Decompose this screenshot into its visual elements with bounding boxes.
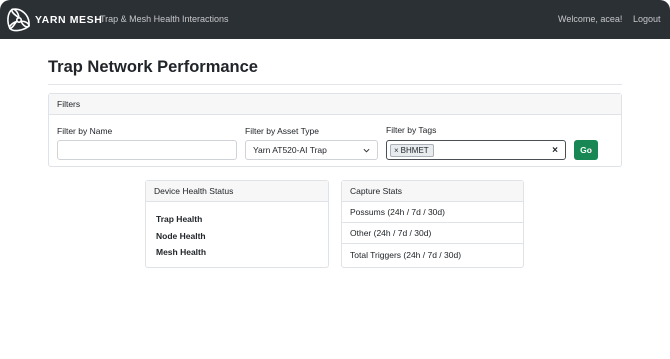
brand-link[interactable]: YARN MESH [6, 7, 102, 33]
welcome-text: Welcome, acea! [558, 14, 623, 24]
filter-tags-label: Filter by Tags [386, 125, 437, 135]
filter-name-input[interactable] [57, 140, 237, 160]
nav-link-trap-mesh-health[interactable]: Trap & Mesh Health [100, 14, 180, 24]
go-button[interactable]: Go [574, 140, 598, 160]
app-window: YARN MESH Trap & Mesh Health Interaction… [0, 0, 670, 359]
stat-row-possums: Possums (24h / 7d / 30d) [342, 202, 523, 223]
asset-type-select[interactable]: Yarn AT520-AI Trap [245, 140, 378, 160]
tags-input[interactable]: × BHMET × [386, 140, 566, 160]
tag-chip-bhmet[interactable]: × BHMET [390, 144, 434, 157]
brand-name: YARN MESH [35, 13, 103, 26]
filters-card-header: Filters [49, 94, 621, 115]
device-health-card: Device Health Status Trap Health Node He… [145, 180, 329, 268]
stat-row-other: Other (24h / 7d / 30d) [342, 223, 523, 244]
title-divider [48, 84, 622, 85]
device-health-card-header: Device Health Status [146, 181, 328, 202]
node-health-label: Node Health [156, 231, 206, 241]
filter-asset-type-label: Filter by Asset Type [245, 126, 320, 136]
page-title: Trap Network Performance [48, 58, 258, 76]
logout-link[interactable]: Logout [633, 14, 661, 24]
filters-card: Filters Filter by Name Filter by Asset T… [48, 93, 622, 167]
capture-stats-card-header: Capture Stats [342, 181, 523, 202]
trap-health-label: Trap Health [156, 214, 203, 224]
tag-label: BHMET [400, 146, 429, 155]
triskelion-logo-icon [6, 7, 32, 33]
top-navbar: YARN MESH Trap & Mesh Health Interaction… [0, 0, 670, 39]
filter-name-label: Filter by Name [57, 126, 113, 136]
chevron-down-icon [363, 148, 370, 153]
mesh-health-label: Mesh Health [156, 247, 207, 257]
asset-type-selected-value: Yarn AT520-AI Trap [253, 145, 327, 155]
capture-stats-card: Capture Stats Possums (24h / 7d / 30d) O… [341, 180, 524, 268]
nav-link-interactions[interactable]: Interactions [182, 14, 229, 24]
stat-row-total-triggers: Total Triggers (24h / 7d / 30d) [350, 249, 462, 260]
remove-tag-icon[interactable]: × [394, 146, 399, 155]
clear-tags-icon[interactable]: × [552, 145, 558, 156]
